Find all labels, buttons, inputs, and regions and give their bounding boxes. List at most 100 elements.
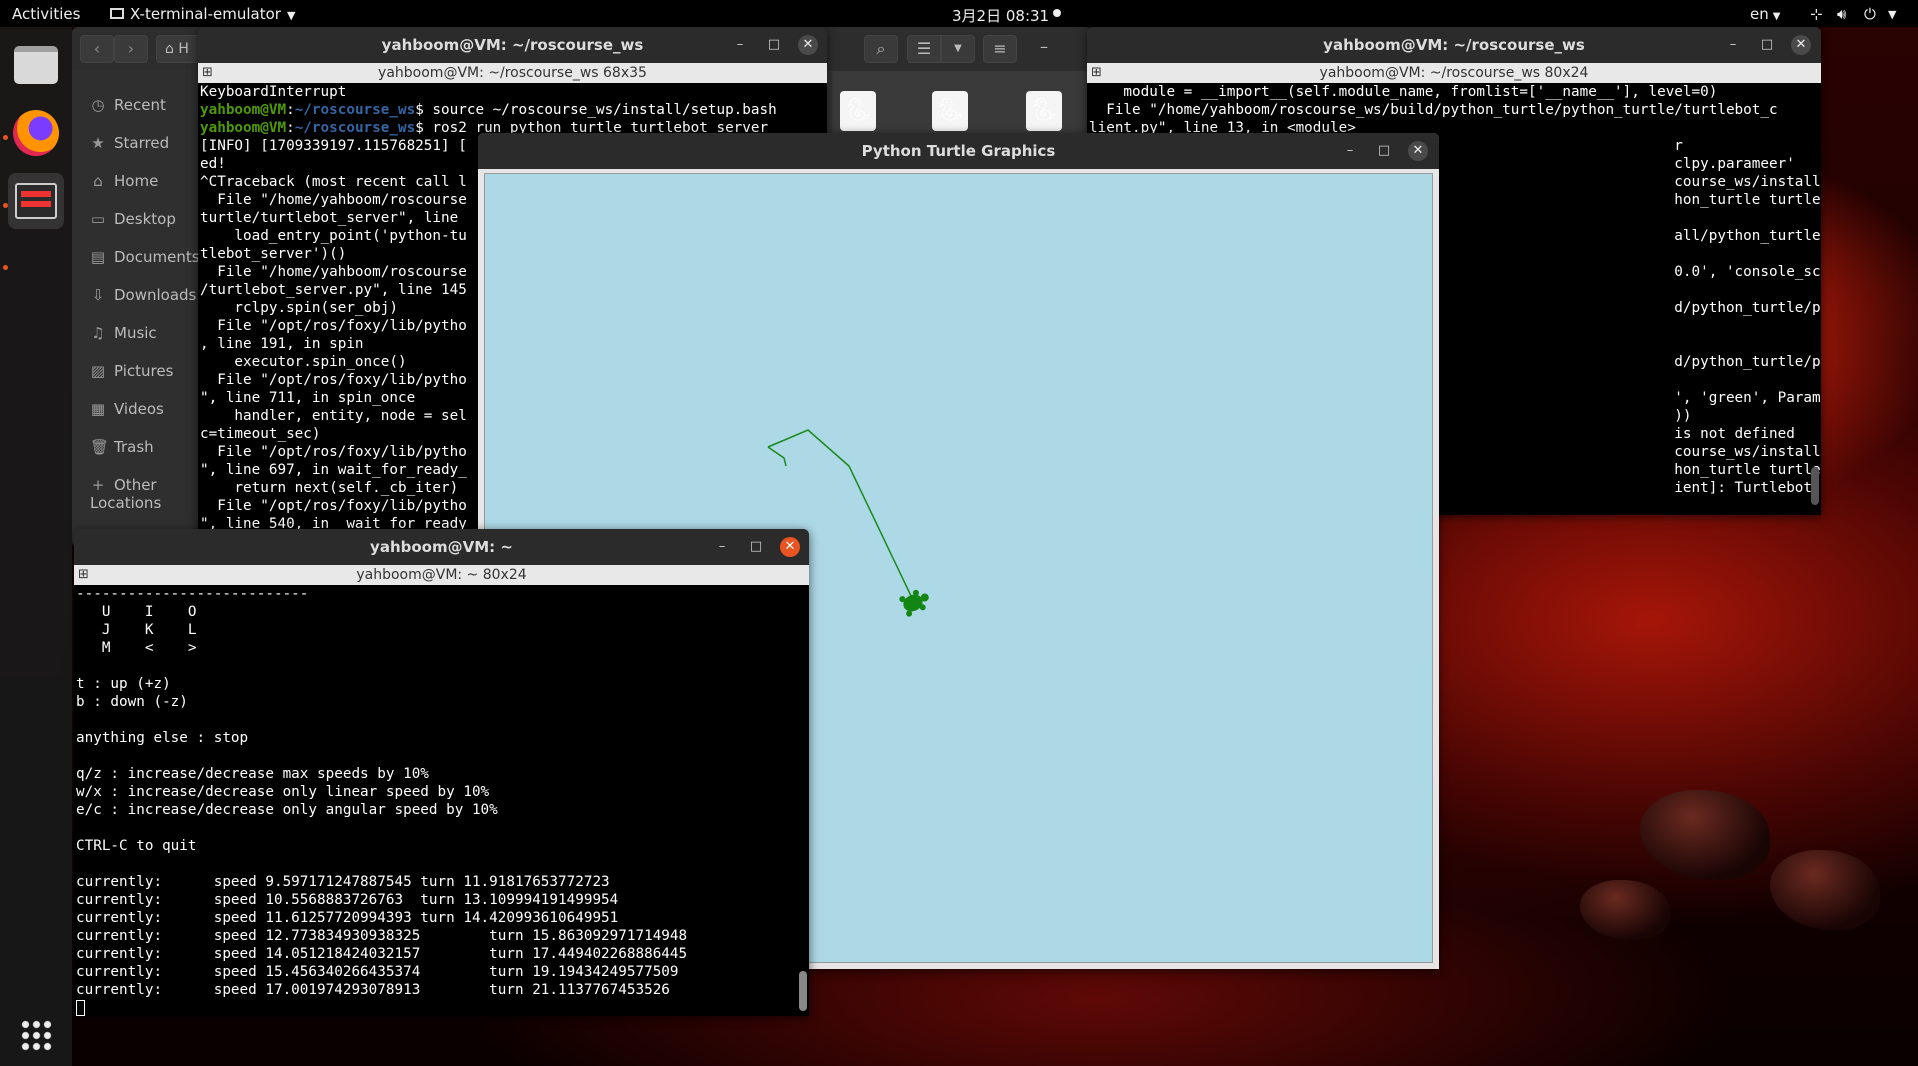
maximize-button[interactable]: □: [764, 35, 784, 55]
search-icon: ⌕: [876, 39, 886, 58]
system-menu-chevron-icon[interactable]: ▼: [1888, 8, 1896, 21]
view-list-button[interactable]: ☰: [907, 35, 941, 63]
files-sidebar: ◷ Recent ★ Starred ⌂ Home ▭ Desktop ▤ Documents ⇩ D…: [72, 71, 212, 547]
scrollbar[interactable]: [1811, 467, 1819, 505]
sidebar-item-label: Home: [114, 172, 159, 190]
home-crumb-label: H: [178, 41, 189, 57]
sidebar-item-starred[interactable]: ★ Starred: [90, 134, 169, 152]
sidebar-item-label: Documents: [114, 248, 200, 266]
close-button[interactable]: ✕: [1791, 35, 1811, 55]
app-menu[interactable]: X-terminal-emulator ▼: [110, 5, 295, 23]
pictures-icon: ▨: [90, 362, 106, 380]
notification-dot-icon: [1053, 9, 1061, 17]
downloads-icon: ⇩: [91, 286, 105, 304]
terminal-line: currently: speed 17.001974293078913 turn…: [76, 982, 670, 998]
sidebar-item-other-locations[interactable]: + Other Locations: [90, 476, 212, 512]
terminal-line: currently: speed 12.773834930938325 turn…: [76, 928, 688, 944]
python-file-icon[interactable]: 🐍︎: [840, 91, 876, 131]
terminal-window-keyboard[interactable]: yahboom@VM: ~ – □ ✕ ⊞ yahboom@VM: ~ 80x24…: [74, 529, 809, 1016]
sidebar-item-documents[interactable]: ▤ Documents: [90, 248, 200, 266]
terminal-tab-label: yahboom@VM: ~ 80x24: [356, 567, 527, 583]
sidebar-item-downloads[interactable]: ⇩ Downloads: [90, 286, 197, 304]
terminal-app-icon[interactable]: [8, 173, 64, 229]
search-button[interactable]: ⌕: [864, 35, 898, 63]
turtle-icon: [899, 589, 929, 617]
activities-button[interactable]: Activities: [12, 5, 80, 23]
maximize-button[interactable]: □: [1374, 141, 1394, 161]
sidebar-item-recent[interactable]: ◷ Recent: [90, 96, 165, 114]
maximize-button[interactable]: □: [1757, 35, 1777, 55]
language-label: en: [1750, 5, 1769, 23]
close-button[interactable]: ✕: [798, 35, 818, 55]
terminal-line: U I O: [76, 604, 197, 620]
sidebar-item-desktop[interactable]: ▭ Desktop: [90, 210, 176, 228]
terminal-line: CTRL-C to quit: [76, 838, 197, 854]
sidebar-item-label: Desktop: [114, 210, 176, 228]
minimize-button[interactable]: –: [730, 35, 750, 55]
maximize-button[interactable]: □: [746, 537, 766, 557]
prompt-path: ~/roscourse_ws: [294, 120, 416, 136]
clock-icon: ◷: [91, 96, 105, 114]
terminal-line: J K L: [76, 622, 197, 638]
terminal-cursor: [76, 1000, 85, 1016]
terminal-line: File "/home/yahboom/roscourse_ws/build/p…: [1089, 102, 1778, 118]
sidebar-item-label: Downloads: [114, 286, 197, 304]
show-applications-icon[interactable]: [8, 1007, 64, 1063]
terminal-line: w/x : increase/decrease only linear spee…: [76, 784, 490, 800]
sidebar-item-home[interactable]: ⌂ Home: [90, 172, 158, 190]
terminal-line: t : up (+z): [76, 676, 171, 692]
minimize-button[interactable]: –: [1040, 37, 1048, 56]
close-button[interactable]: ✕: [1408, 141, 1428, 161]
window-title: yahboom@VM: ~: [74, 529, 809, 565]
minimize-button[interactable]: –: [1340, 141, 1360, 161]
prompt-separator: :: [286, 102, 295, 118]
volume-icon[interactable]: 🔊︎: [1837, 5, 1846, 23]
star-icon: ★: [91, 134, 105, 152]
sidebar-item-label: Trash: [114, 438, 154, 456]
language-selector[interactable]: en ▼: [1750, 5, 1780, 23]
terminal-input-line[interactable]: [76, 999, 809, 1016]
terminal-line: KeyboardInterrupt: [200, 84, 347, 100]
clock[interactable]: 3月2日 08:31: [952, 5, 1049, 26]
terminal-tab-title: ⊞ yahboom@VM: ~/roscourse_ws 80x24: [1087, 63, 1821, 83]
terminal-tab-label: yahboom@VM: ~/roscourse_ws 80x24: [1319, 65, 1589, 81]
terminal-line: currently: speed 14.051218424032157 turn…: [76, 946, 688, 962]
sidebar-item-label: Starred: [114, 134, 170, 152]
sidebar-item-pictures[interactable]: ▨ Pictures: [90, 362, 174, 380]
terminal-tab-label: yahboom@VM: ~/roscourse_ws 68x35: [378, 65, 647, 81]
chevron-down-icon: ▼: [954, 43, 962, 54]
close-button[interactable]: ✕: [780, 537, 800, 557]
dock: [0, 27, 72, 1066]
minimize-button[interactable]: –: [1723, 35, 1743, 55]
minimize-button[interactable]: –: [712, 537, 732, 557]
python-file-icon[interactable]: 🐍︎: [1026, 91, 1062, 131]
trash-icon: 🗑︎: [90, 438, 110, 456]
forward-button[interactable]: ›: [114, 35, 148, 63]
back-button[interactable]: ‹: [80, 35, 114, 63]
power-icon[interactable]: ⏻: [1864, 5, 1876, 23]
tab-grid-icon: ⊞: [1091, 65, 1102, 80]
menu-button[interactable]: ≡: [983, 35, 1017, 63]
network-icon[interactable]: ⊹: [1810, 5, 1823, 23]
sidebar-item-videos[interactable]: ▦ Videos: [90, 400, 164, 418]
list-view-icon: ☰: [916, 39, 932, 58]
terminal-line: currently: speed 11.61257720994393 turn …: [76, 910, 619, 926]
files-app-icon[interactable]: [8, 37, 64, 93]
sidebar-item-music[interactable]: ♫ Music: [90, 324, 156, 342]
chevron-down-icon: ▼: [1772, 11, 1781, 22]
window-title: Python Turtle Graphics: [478, 133, 1439, 169]
terminal-tab-title: ⊞ yahboom@VM: ~/roscourse_ws 68x35: [198, 63, 827, 83]
home-icon: ⌂: [93, 172, 103, 190]
scrollbar[interactable]: [799, 971, 807, 1011]
python-file-icon[interactable]: 🐍︎: [932, 91, 968, 131]
sidebar-item-trash[interactable]: 🗑︎ Trash: [90, 438, 154, 456]
terminal-output[interactable]: --------------------------- U I O J K L …: [74, 585, 809, 1016]
view-options-button[interactable]: ▼: [941, 35, 975, 63]
firefox-icon[interactable]: [8, 105, 64, 161]
documents-icon: ▤: [90, 248, 106, 266]
top-bar: Activities X-terminal-emulator ▼ 3月2日 08:…: [0, 0, 1918, 27]
